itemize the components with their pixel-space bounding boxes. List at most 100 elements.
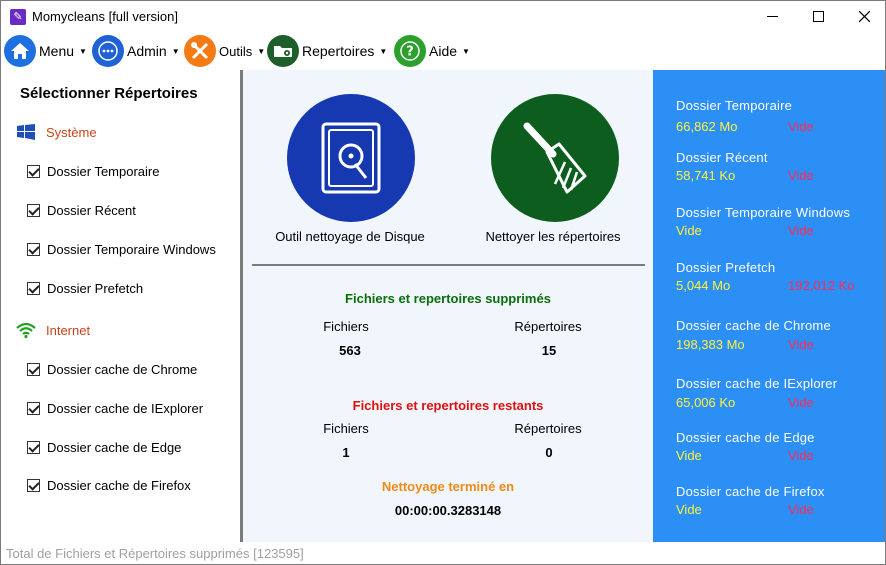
remaining-section-title: Fichiers et repertoires restants xyxy=(352,398,544,413)
menu-aide[interactable]: ? Aide ▼ xyxy=(394,33,470,69)
checkbox-label: Dossier Temporaire Windows xyxy=(47,242,216,257)
checkbox-label: Dossier cache de Chrome xyxy=(47,362,198,377)
chevron-down-icon: ▼ xyxy=(171,46,180,56)
dots-icon xyxy=(92,35,124,67)
result-remaining: 192,012 Ko xyxy=(788,278,855,293)
checkbox-cache-iexplorer[interactable]: Dossier cache de IExplorer xyxy=(27,401,203,416)
checkbox-cache-edge[interactable]: Dossier cache de Edge xyxy=(27,440,181,455)
checkbox-checked-icon[interactable] xyxy=(27,204,40,217)
cleanup-panel: Outil nettoyage de Disque Nettoyer les r… xyxy=(243,70,653,542)
results-panel: Dossier Temporaire 66,862 Mo Vide Dossie… xyxy=(653,70,885,542)
result-remaining: Vide xyxy=(788,502,814,517)
disk-cleanup-label: Outil nettoyage de Disque xyxy=(275,229,425,244)
menu-bar: Menu ▼ Admin ▼ Outils ▼ Repertoires ▼ ? … xyxy=(1,32,885,70)
result-remaining: Vide xyxy=(788,223,814,238)
panel-title: Sélectionner Répertoires xyxy=(20,85,198,102)
remaining-dirs-header: Répertoires xyxy=(514,421,582,436)
help-icon: ? xyxy=(394,35,426,67)
title-bar: ✎ Momycleans [full version] xyxy=(1,1,885,32)
chevron-down-icon: ▼ xyxy=(257,46,266,56)
checkbox-checked-icon[interactable] xyxy=(27,243,40,256)
result-size: 58,741 Ko xyxy=(676,168,736,183)
result-name: Dossier Temporaire Windows xyxy=(676,205,851,220)
deleted-files-header: Fichiers xyxy=(323,319,369,334)
maximize-icon xyxy=(812,11,824,22)
app-logo-icon: ✎ xyxy=(10,9,26,25)
close-button[interactable] xyxy=(841,1,886,32)
chevron-down-icon: ▼ xyxy=(79,46,87,56)
deleted-dirs-header: Répertoires xyxy=(514,319,582,334)
menu-outils[interactable]: Outils ▼ xyxy=(184,33,265,69)
hard-disk-icon xyxy=(321,122,381,194)
checkbox-label: Dossier Prefetch xyxy=(47,281,144,296)
result-size: Vide xyxy=(676,502,702,517)
result-size: Vide xyxy=(676,448,702,463)
section-divider xyxy=(252,264,645,266)
broom-icon xyxy=(523,122,587,194)
result-name: Dossier cache de Firefox xyxy=(676,484,825,499)
disk-cleanup-button[interactable] xyxy=(287,94,415,222)
clean-directories-label: Nettoyer les répertoires xyxy=(485,229,621,244)
remaining-files-count: 1 xyxy=(342,445,350,460)
menu-admin[interactable]: Admin ▼ xyxy=(92,33,180,69)
windows-icon xyxy=(15,123,37,141)
done-title: Nettoyage terminé en xyxy=(381,479,515,494)
checkbox-checked-icon[interactable] xyxy=(27,479,40,492)
chevron-down-icon: ▼ xyxy=(462,46,470,56)
result-remaining: Vide xyxy=(788,448,814,463)
result-name: Dossier Temporaire xyxy=(676,98,793,113)
result-name: Dossier cache de Chrome xyxy=(676,318,831,333)
result-name: Dossier cache de IExplorer xyxy=(676,376,838,391)
menu-repertoires[interactable]: Repertoires ▼ xyxy=(267,33,387,69)
result-remaining: Vide xyxy=(788,337,814,352)
checkbox-dossier-temporaire-windows[interactable]: Dossier Temporaire Windows xyxy=(27,242,216,257)
app-window: ✎ Momycleans [full version] Menu ▼ Admin… xyxy=(0,0,886,565)
checkbox-checked-icon[interactable] xyxy=(27,282,40,295)
elapsed-time: 00:00:00.3283148 xyxy=(394,503,502,518)
deleted-section-title: Fichiers et repertoires supprimés xyxy=(345,291,551,306)
minimize-button[interactable] xyxy=(749,1,795,32)
result-remaining: Vide xyxy=(788,168,814,183)
result-size: Vide xyxy=(676,223,702,238)
close-icon xyxy=(858,11,870,22)
checkbox-label: Dossier cache de IExplorer xyxy=(47,401,204,416)
result-name: Dossier cache de Edge xyxy=(676,430,815,445)
home-icon xyxy=(4,35,36,67)
checkbox-checked-icon[interactable] xyxy=(27,363,40,376)
checkbox-label: Dossier cache de Firefox xyxy=(47,478,191,493)
group-systeme: Système xyxy=(15,123,97,141)
group-internet: Internet xyxy=(15,321,90,339)
maximize-button[interactable] xyxy=(795,1,841,32)
result-name: Dossier Prefetch xyxy=(676,260,776,275)
checkbox-dossier-prefetch[interactable]: Dossier Prefetch xyxy=(27,281,143,296)
result-remaining: Vide xyxy=(788,119,814,134)
result-size: 198,383 Mo xyxy=(676,337,745,352)
result-size: 5,044 Mo xyxy=(676,278,731,293)
svg-text:?: ? xyxy=(406,45,414,60)
menu-menu-label: Menu xyxy=(39,43,75,59)
checkbox-cache-chrome[interactable]: Dossier cache de Chrome xyxy=(27,362,197,377)
status-bar: Total de Fichiers et Répertoires supprim… xyxy=(1,542,885,564)
checkbox-checked-icon[interactable] xyxy=(27,165,40,178)
checkbox-checked-icon[interactable] xyxy=(27,402,40,415)
tools-icon xyxy=(184,35,216,67)
clean-directories-button[interactable] xyxy=(491,94,619,222)
menu-repertoires-label: Repertoires xyxy=(302,43,375,59)
menu-aide-label: Aide xyxy=(429,43,458,59)
result-remaining: Vide xyxy=(788,395,814,410)
checkbox-checked-icon[interactable] xyxy=(27,441,40,454)
deleted-dirs-count: 15 xyxy=(541,343,557,358)
checkbox-dossier-temporaire[interactable]: Dossier Temporaire xyxy=(27,164,159,179)
remaining-files-header: Fichiers xyxy=(323,421,369,436)
checkbox-label: Dossier Récent xyxy=(47,203,136,218)
menu-menu[interactable]: Menu ▼ xyxy=(4,33,87,69)
checkbox-cache-firefox[interactable]: Dossier cache de Firefox xyxy=(27,478,191,493)
result-size: 66,862 Mo xyxy=(676,119,738,134)
deleted-files-count: 563 xyxy=(339,343,361,358)
checkbox-label: Dossier cache de Edge xyxy=(47,440,182,455)
checkbox-dossier-recent[interactable]: Dossier Récent xyxy=(27,203,136,218)
group-internet-label: Internet xyxy=(46,322,91,338)
group-systeme-label: Système xyxy=(46,124,97,140)
result-size: 65,006 Ko xyxy=(676,395,736,410)
checkbox-label: Dossier Temporaire xyxy=(47,164,160,179)
